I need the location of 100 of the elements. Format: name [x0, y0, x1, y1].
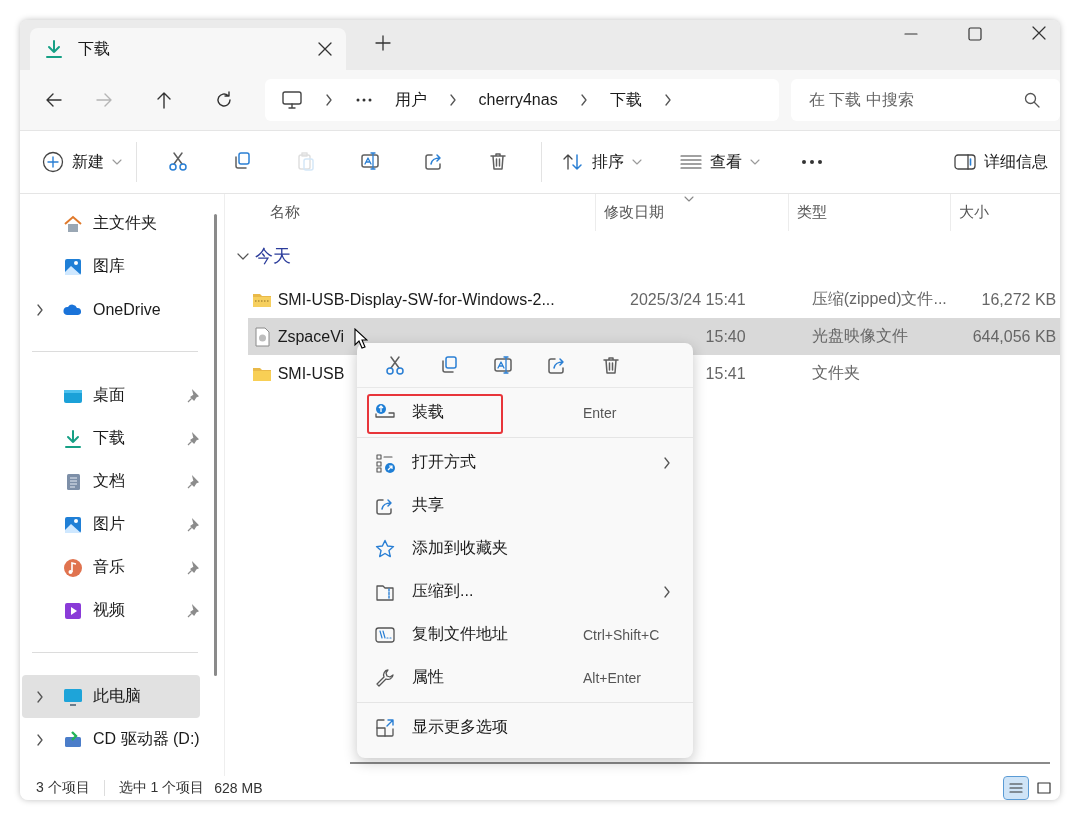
- add-icon[interactable]: [375, 35, 391, 51]
- pin-icon: [186, 388, 200, 403]
- view-button[interactable]: 查看: [676, 142, 764, 182]
- chevron-right-icon: [663, 94, 672, 106]
- menu-item[interactable]: 复制文件地址 Ctrl+Shift+C: [357, 613, 693, 656]
- tab[interactable]: 下载: [30, 28, 346, 70]
- menu-item[interactable]: 属性 Alt+Enter: [357, 656, 693, 699]
- sidebar-item[interactable]: 下载: [22, 417, 200, 460]
- rename-icon[interactable]: [360, 151, 382, 173]
- type-cell-text: 光盘映像文件: [810, 326, 909, 346]
- new-button[interactable]: 新建: [38, 142, 126, 182]
- more-icon: [354, 98, 373, 102]
- shortcut-label: Ctrl+Shift+C: [583, 626, 660, 643]
- sidebar-item[interactable]: 图片: [22, 503, 200, 546]
- sidebar-item[interactable]: OneDrive: [22, 288, 200, 331]
- details-button[interactable]: 详细信息: [950, 142, 1052, 182]
- date-cell-text: 2025/3/24 15:41: [629, 290, 746, 309]
- pin-icon: [186, 517, 200, 532]
- plus-circle-icon: [42, 151, 64, 173]
- monitor-icon: [63, 686, 83, 707]
- path-icon: [375, 624, 395, 645]
- chevron-right-icon: [324, 94, 333, 106]
- image-icon: [63, 514, 83, 535]
- breadcrumb[interactable]: 下载: [609, 89, 642, 111]
- rename-icon[interactable]: [493, 355, 513, 375]
- wrench-icon: [375, 667, 395, 688]
- search-field[interactable]: 在 下载 中搜索: [791, 79, 1060, 121]
- cut-icon[interactable]: [385, 355, 405, 375]
- type-cell-text: 文件夹: [810, 363, 861, 383]
- open-with-icon: [375, 452, 395, 473]
- share-icon[interactable]: [547, 355, 567, 375]
- breadcrumb[interactable]: cherry4nas: [478, 91, 558, 109]
- menu-item[interactable]: 显示更多选项: [357, 706, 693, 749]
- size-cell-text: 16,272 KB: [980, 290, 1058, 309]
- type-cell-text: 压缩(zipped)文件...: [810, 289, 948, 309]
- pin-icon: [186, 560, 200, 575]
- group-label: 今天: [254, 245, 291, 268]
- list-icon: [680, 154, 702, 170]
- expand-icon: [375, 717, 395, 738]
- file-name: ZspaceVi: [277, 327, 345, 346]
- music-icon: [63, 557, 83, 578]
- item-count: 3 个项目: [36, 779, 90, 797]
- menu-item[interactable]: 添加到收藏夹: [357, 527, 693, 570]
- selection-size: 628 MB: [214, 780, 263, 796]
- pin-icon: [186, 603, 200, 618]
- chevron-right-icon: [448, 94, 457, 106]
- details-pane-icon: [954, 153, 976, 171]
- sidebar-item[interactable]: 音乐: [22, 546, 200, 589]
- address-bar[interactable]: 用户 cherry4nas 下载: [264, 79, 779, 121]
- image-icon: [63, 256, 83, 277]
- star-icon: [375, 538, 395, 559]
- caret-icon: [632, 159, 642, 165]
- expand-chevron-icon: [36, 303, 44, 316]
- delete-icon[interactable]: [601, 355, 621, 375]
- shortcut-label: Alt+Enter: [583, 669, 641, 686]
- disc-drive-icon: [63, 729, 83, 750]
- sort-button[interactable]: 排序: [558, 142, 646, 182]
- menu-item[interactable]: 打开方式: [357, 441, 693, 484]
- cut-icon[interactable]: [168, 151, 190, 173]
- column-header[interactable]: 类型: [787, 194, 950, 231]
- more-icon[interactable]: [801, 159, 823, 165]
- size-cell-text: 644,056 KB: [972, 327, 1058, 346]
- chevron-right-icon: [579, 94, 588, 106]
- search-icon: [1024, 92, 1040, 108]
- home-icon: [63, 213, 83, 234]
- sidebar-item[interactable]: 视频: [22, 589, 200, 632]
- menu-item[interactable]: 装载 Enter: [357, 391, 693, 434]
- sidebar-item[interactable]: 桌面: [22, 374, 200, 417]
- scrollbar[interactable]: [349, 762, 1050, 764]
- monitor-icon: [280, 90, 303, 110]
- file-row[interactable]: SMI-USB-Display-SW-for-Windows-2... 2025/3/24 15:41 压缩(zipped)文件... 16,272 KB: [247, 281, 1060, 318]
- file-name: SMI-USB: [277, 364, 345, 383]
- sidebar-item[interactable]: CD 驱动器 (D:): [22, 718, 200, 761]
- download-icon: [44, 39, 64, 59]
- sidebar-item[interactable]: 文档: [22, 460, 200, 503]
- caret-icon: [112, 159, 122, 165]
- file-row[interactable]: SMI-USB 15:41 文件夹: [247, 355, 1060, 392]
- expand-chevron-icon: [36, 733, 44, 746]
- scrollbar[interactable]: [214, 214, 217, 676]
- column-header[interactable]: 大小: [949, 194, 1060, 231]
- selection-count: 选中 1 个项目: [118, 779, 205, 797]
- copy-icon[interactable]: [439, 355, 459, 375]
- menu-item[interactable]: 共享: [357, 484, 693, 527]
- sidebar-item[interactable]: 主文件夹: [22, 202, 200, 245]
- sidebar-item[interactable]: 图库: [22, 245, 200, 288]
- video-icon: [63, 600, 83, 621]
- column-header[interactable]: 名称: [224, 194, 595, 231]
- date-cell-text: 15:41: [704, 364, 746, 383]
- file-name: SMI-USB-Display-SW-for-Windows-2...: [277, 290, 555, 309]
- shortcut-label: Enter: [583, 404, 617, 421]
- sort-icon: [562, 152, 584, 172]
- group-header[interactable]: 今天: [224, 231, 1060, 281]
- breadcrumb[interactable]: 用户: [394, 89, 427, 111]
- menu-item[interactable]: 压缩到...: [357, 570, 693, 613]
- close-icon[interactable]: [318, 42, 332, 56]
- sidebar-item[interactable]: 此电脑: [22, 675, 200, 718]
- expand-chevron-icon: [36, 690, 44, 703]
- download-icon: [63, 428, 83, 449]
- column-header[interactable]: 修改日期: [594, 194, 788, 231]
- pin-icon: [186, 431, 200, 446]
